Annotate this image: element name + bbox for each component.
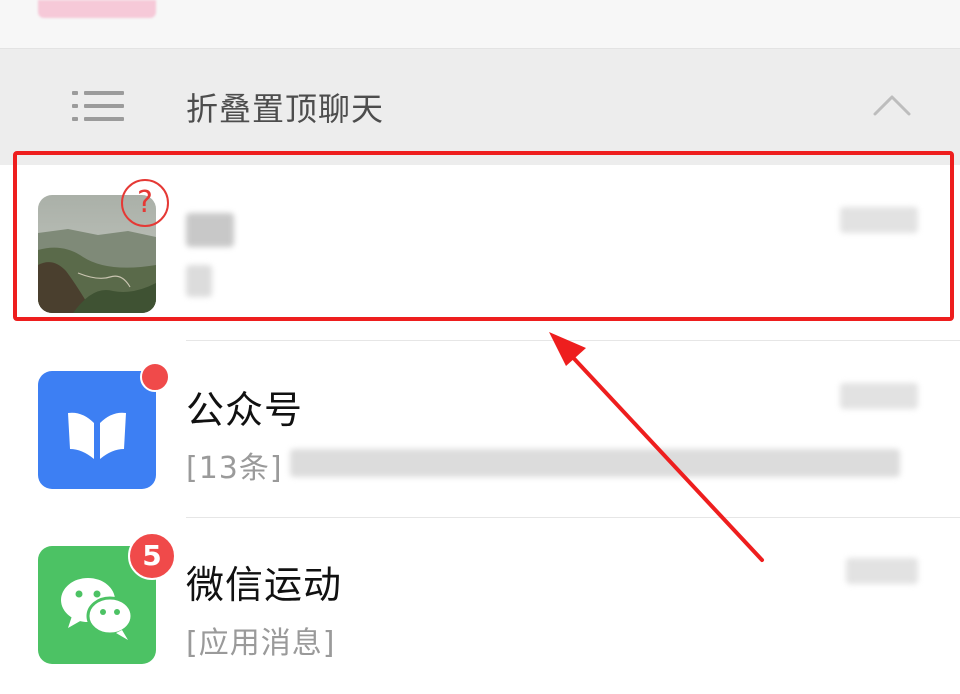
chat-title: 微信运动 (186, 563, 343, 607)
chat-time-blurred (840, 383, 918, 409)
chat-time-blurred (846, 558, 918, 584)
unread-count-badge: 5 (128, 532, 176, 580)
previous-chat-row-partial[interactable] (0, 0, 960, 48)
question-mark-badge: ? (121, 179, 169, 227)
folded-pinned-chats-bar[interactable] (0, 49, 960, 153)
chat-preview: [应用消息] (186, 626, 336, 661)
folded-pinned-chats-label: 折叠置顶聊天 (186, 90, 385, 128)
chat-preview-prefix: [13条] (186, 451, 283, 486)
previous-chat-avatar-blurred (38, 0, 156, 18)
list-icon (72, 91, 124, 121)
chat-preview-blurred (290, 449, 900, 477)
chat-title: 公众号 (186, 388, 304, 432)
unread-dot-badge (140, 362, 170, 392)
official-accounts-icon (38, 371, 156, 489)
chevron-up-icon[interactable] (872, 92, 912, 118)
highlight-annotation-box (13, 151, 954, 321)
